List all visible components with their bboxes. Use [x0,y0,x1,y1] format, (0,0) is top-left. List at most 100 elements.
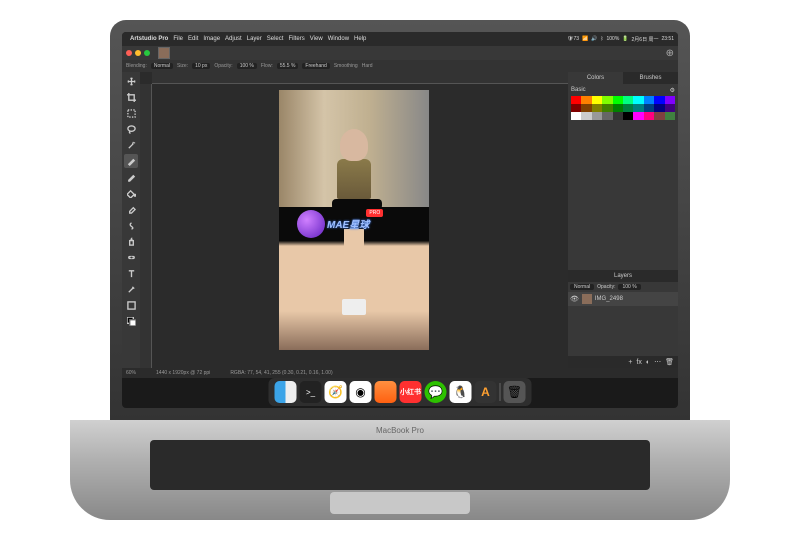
shape-tool[interactable] [124,298,138,312]
color-swatch[interactable] [644,96,654,104]
stroke-mode-dropdown[interactable]: Freehand [302,63,329,69]
canvas-image[interactable]: MAE星球 PRO [279,90,429,350]
color-swatch[interactable] [602,96,612,104]
lasso-tool[interactable] [124,122,138,136]
smoothing-toggle[interactable]: Smoothing [334,63,358,69]
text-tool[interactable] [124,266,138,280]
color-swatch[interactable] [571,96,581,104]
color-swatch[interactable] [602,112,612,120]
color-swatch[interactable] [581,104,591,112]
menubar-date[interactable]: 2月6日 周一 [632,36,659,43]
color-swatch[interactable] [613,112,623,120]
tab-brushes[interactable]: Brushes [623,72,678,84]
dock-app-orange[interactable] [375,381,397,403]
color-swatch[interactable] [571,104,581,112]
color-swatch[interactable] [654,96,664,104]
size-input[interactable]: 10 px [192,63,210,69]
dock-safari[interactable]: 🧭 [325,381,347,403]
color-swatch[interactable] [644,112,654,120]
dock-finder[interactable] [275,381,297,403]
bluetooth-icon[interactable]: ᛒ [600,36,603,42]
minimize-button[interactable] [135,50,141,56]
color-swatch[interactable] [633,96,643,104]
blending-dropdown[interactable]: Normal [151,63,173,69]
heal-tool[interactable] [124,250,138,264]
dock-chrome[interactable]: ◉ [350,381,372,403]
selection-tool[interactable] [124,106,138,120]
dock-trash[interactable]: 🗑 [504,381,526,403]
menu-select[interactable]: Select [267,36,284,42]
color-swatch[interactable] [623,96,633,104]
wifi-icon[interactable]: 📶 [582,36,588,42]
menu-window[interactable]: Window [328,36,349,42]
menu-filters[interactable]: Filters [288,36,304,42]
swatch-settings-icon[interactable]: ⚙ [670,87,675,94]
layer-fx-button[interactable]: fx [636,359,641,366]
dock-qq[interactable]: 🐧 [450,381,472,403]
color-swatch[interactable] [665,104,675,112]
notif-badge[interactable]: 🛡73 [567,36,579,42]
color-swatch[interactable] [602,104,612,112]
menu-edit[interactable]: Edit [188,36,198,42]
layer-opacity-input[interactable]: 100 % [618,284,640,290]
hard-toggle[interactable]: Hard [362,63,373,69]
menu-help[interactable]: Help [354,36,366,42]
color-swatch[interactable] [654,112,664,120]
delete-layer-button[interactable]: 🗑 [665,358,674,366]
crop-tool[interactable] [124,90,138,104]
color-swatch[interactable] [633,112,643,120]
pencil-tool[interactable] [124,170,138,184]
wand-tool[interactable] [124,138,138,152]
opacity-input[interactable]: 100 % [237,63,257,69]
clone-tool[interactable] [124,234,138,248]
zoom-button[interactable] [144,50,150,56]
color-swatch[interactable] [633,104,643,112]
color-swatch[interactable] [623,112,633,120]
eraser-tool[interactable] [124,202,138,216]
close-button[interactable] [126,50,132,56]
move-tool[interactable] [124,74,138,88]
canvas-area[interactable]: MAE星球 PRO [140,72,568,368]
brush-tool[interactable] [124,154,138,168]
layer-blend-dropdown[interactable]: Normal [570,284,594,290]
dock-artstudio[interactable]: A [475,381,497,403]
menu-file[interactable]: File [173,36,183,42]
layer-row[interactable]: 👁 IMG_2498 [568,292,678,306]
color-swatch[interactable] [644,104,654,112]
dock-terminal[interactable]: >_ [300,381,322,403]
color-swatch[interactable] [654,104,664,112]
menu-adjust[interactable]: Adjust [225,36,242,42]
color-swatch[interactable] [623,104,633,112]
color-swatch[interactable] [613,104,623,112]
color-swatch[interactable] [592,96,602,104]
color-swatch[interactable] [592,104,602,112]
layer-mask-button[interactable]: ◐ [646,359,650,366]
smudge-tool[interactable] [124,218,138,232]
color-swatch[interactable] [581,96,591,104]
dock-xiaohongshu[interactable]: 小红书 [400,381,422,403]
menubar-time[interactable]: 23:51 [661,36,674,42]
app-menu[interactable]: Artstudio Pro [130,36,168,42]
bucket-tool[interactable] [124,186,138,200]
volume-icon[interactable]: 🔊 [591,36,597,42]
menu-view[interactable]: View [310,36,323,42]
add-layer-button[interactable]: + [628,359,632,366]
color-swatch[interactable] [581,112,591,120]
menu-image[interactable]: Image [203,36,220,42]
color-swatch[interactable] [665,96,675,104]
zoom-level[interactable]: 60% [126,370,136,376]
dock-wechat[interactable]: 💬 [425,381,447,403]
color-swatch[interactable] [592,112,602,120]
flow-input[interactable]: 55.5 % [277,63,299,69]
layer-more-button[interactable]: ⋯ [654,358,661,366]
new-tab-button[interactable]: ⊕ [666,48,674,59]
document-thumbnail[interactable] [158,47,170,59]
tab-colors[interactable]: Colors [568,72,623,84]
color-swatch[interactable] [571,112,581,120]
eyedropper-tool[interactable] [124,282,138,296]
layer-visibility-icon[interactable]: 👁 [570,295,579,303]
color-swatch[interactable] [665,112,675,120]
menu-layer[interactable]: Layer [247,36,262,42]
color-swatch[interactable] [124,314,138,328]
color-swatch[interactable] [613,96,623,104]
